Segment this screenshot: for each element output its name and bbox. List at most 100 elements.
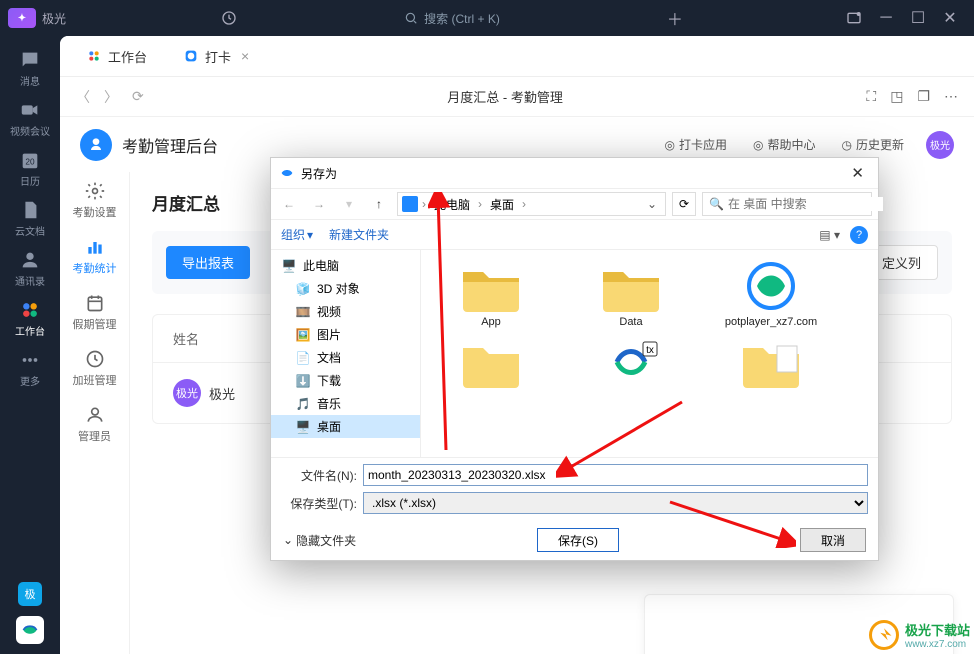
leftbar-docs[interactable]: 云文档: [2, 194, 58, 242]
leftbar-calendar[interactable]: 20日历: [2, 144, 58, 192]
doc-icon: 📄: [295, 350, 311, 366]
dialog-refresh-icon[interactable]: ⟳: [672, 192, 696, 216]
folder-item[interactable]: potplayer_xz7.com: [711, 260, 831, 328]
nav-more-icon[interactable]: ⋯: [944, 88, 958, 105]
tree-pc[interactable]: 🖥️此电脑: [271, 254, 420, 277]
tab-workspace[interactable]: 工作台: [72, 36, 161, 76]
header-link-help[interactable]: ◎帮助中心: [753, 136, 816, 153]
tree-3d[interactable]: 🧊3D 对象: [271, 277, 420, 300]
table-header-name: 姓名: [173, 329, 199, 348]
nav-expand-icon[interactable]: ⛶: [866, 88, 876, 105]
sidebar-item-overtime[interactable]: 加班管理: [60, 340, 129, 396]
sidebar-item-settings[interactable]: 考勤设置: [60, 172, 129, 228]
cancel-button[interactable]: 取消: [800, 528, 866, 552]
dialog-toolbar: 组织 ▾ 新建文件夹 ▤ ▾ ?: [271, 220, 878, 250]
chevron-down-icon: ⌄: [283, 533, 293, 547]
header-link-history[interactable]: ◷历史更新: [842, 136, 905, 153]
tree-video[interactable]: 🎞️视频: [271, 300, 420, 323]
sidebar-item-vacation[interactable]: 假期管理: [60, 284, 129, 340]
nav-refresh-icon[interactable]: ⟳: [132, 88, 144, 105]
clock-icon: ◷: [842, 138, 852, 152]
minimize-button[interactable]: ─: [870, 0, 902, 36]
header-link-app[interactable]: ◎打卡应用: [665, 136, 728, 153]
organize-button[interactable]: 组织 ▾: [281, 226, 313, 243]
folder-item[interactable]: Data: [571, 260, 691, 328]
tree-doc[interactable]: 📄文档: [271, 346, 420, 369]
export-button[interactable]: 导出报表: [166, 246, 250, 279]
maximize-button[interactable]: ☐: [902, 0, 934, 36]
folder-item[interactable]: [431, 336, 551, 392]
dialog-search[interactable]: 🔍: [702, 192, 872, 216]
desktop-icon: 🖥️: [295, 419, 311, 435]
dialog-recent-icon[interactable]: ▾: [337, 192, 361, 216]
filetype-label: 保存类型(T):: [281, 495, 357, 512]
image-icon: 🖼️: [295, 327, 311, 343]
tab-clockin[interactable]: 打卡 ×: [169, 36, 263, 76]
nav-row: 〈 〉 ⟳ 月度汇总 - 考勤管理 ⛶ ◳ ❐ ⋯: [60, 76, 974, 116]
sidebar-item-admin[interactable]: 管理员: [60, 396, 129, 452]
filetype-select[interactable]: .xlsx (*.xlsx): [363, 492, 868, 514]
sidebar-item-stats[interactable]: 考勤统计: [60, 228, 129, 284]
leftbar-messages[interactable]: 消息: [2, 44, 58, 92]
pc-icon: [402, 196, 418, 212]
breadcrumb-pc[interactable]: 此电脑: [430, 196, 474, 213]
page-title: 月度汇总 - 考勤管理: [158, 87, 853, 106]
dialog-tree: 🖥️此电脑 🧊3D 对象 🎞️视频 🖼️图片 📄文档 ⬇️下载 🎵音乐 🖥️桌面: [271, 250, 421, 457]
save-button[interactable]: 保存(S): [537, 528, 619, 552]
leftbar-video[interactable]: 视频会议: [2, 94, 58, 142]
dialog-footer: ⌄ 隐藏文件夹 保存(S) 取消: [271, 520, 878, 560]
app-leftbar: 消息 视频会议 20日历 云文档 通讯录 工作台 更多 极: [0, 36, 60, 654]
leftbar-app-icon[interactable]: [16, 616, 44, 644]
tab-bar: 工作台 打卡 ×: [60, 36, 974, 76]
tree-desktop[interactable]: 🖥️桌面: [271, 415, 420, 438]
filename-label: 文件名(N):: [281, 467, 357, 484]
breadcrumb-desktop[interactable]: 桌面: [486, 196, 518, 213]
filename-input[interactable]: [363, 464, 868, 486]
svg-text:tx: tx: [646, 345, 654, 356]
breadcrumb[interactable]: › 此电脑 › 桌面 › ⌄: [397, 192, 666, 216]
music-icon: 🎵: [295, 396, 311, 412]
folder-item[interactable]: [711, 336, 831, 392]
leftbar-workspace[interactable]: 工作台: [2, 294, 58, 342]
breadcrumb-dropdown-icon[interactable]: ⌄: [643, 197, 661, 211]
folder-item[interactable]: tx: [571, 336, 691, 392]
global-search[interactable]: 搜索 (Ctrl + K): [392, 6, 512, 31]
dialog-search-input[interactable]: [728, 197, 883, 211]
watermark-url: www.xz7.com: [905, 639, 970, 650]
dialog-title: 另存为: [301, 165, 337, 182]
leftbar-more[interactable]: 更多: [2, 344, 58, 392]
dialog-back-icon[interactable]: ←: [277, 192, 301, 216]
app-header-title: 考勤管理后台: [122, 133, 218, 157]
row-avatar: 极光: [173, 379, 201, 407]
dialog-up-icon[interactable]: ↑: [367, 192, 391, 216]
add-icon[interactable]: ＋: [659, 0, 691, 36]
dialog-navbar: ← → ▾ ↑ › 此电脑 › 桌面 › ⌄ ⟳ 🔍: [271, 188, 878, 220]
watermark-badge-icon: [869, 620, 899, 650]
tree-download[interactable]: ⬇️下载: [271, 369, 420, 392]
nav-popout-icon[interactable]: ◳: [890, 88, 903, 105]
tree-image[interactable]: 🖼️图片: [271, 323, 420, 346]
dialog-help-icon[interactable]: ?: [850, 226, 868, 244]
dialog-file-pane[interactable]: App Data potplayer_xz7.com tx: [421, 250, 878, 457]
leftbar-badge[interactable]: 极: [18, 582, 42, 606]
nav-forward-icon[interactable]: 〉: [104, 87, 118, 107]
view-mode-icon[interactable]: ▤ ▾: [819, 228, 840, 242]
notification-center-icon[interactable]: [838, 0, 870, 36]
cube-icon: 🧊: [295, 281, 311, 297]
dialog-forward-icon[interactable]: →: [307, 192, 331, 216]
hide-folders-link[interactable]: ⌄ 隐藏文件夹: [283, 532, 356, 549]
nav-newwin-icon[interactable]: ❐: [917, 88, 930, 105]
dialog-close-button[interactable]: ✕: [845, 164, 870, 182]
close-window-button[interactable]: ✕: [934, 0, 966, 36]
tree-music[interactable]: 🎵音乐: [271, 392, 420, 415]
folder-item[interactable]: App: [431, 260, 551, 328]
tab-close-icon[interactable]: ×: [241, 48, 249, 64]
watermark: 极光下载站 www.xz7.com: [869, 620, 970, 650]
leftbar-contacts[interactable]: 通讯录: [2, 244, 58, 292]
download-icon: ⬇️: [295, 373, 311, 389]
history-icon[interactable]: [213, 0, 245, 36]
nav-back-icon[interactable]: 〈: [76, 87, 90, 107]
header-avatar[interactable]: 极光: [926, 131, 954, 159]
titlebar: ✦ 极光 搜索 (Ctrl + K) ＋ ─ ☐ ✕: [0, 0, 974, 36]
new-folder-button[interactable]: 新建文件夹: [329, 226, 389, 243]
